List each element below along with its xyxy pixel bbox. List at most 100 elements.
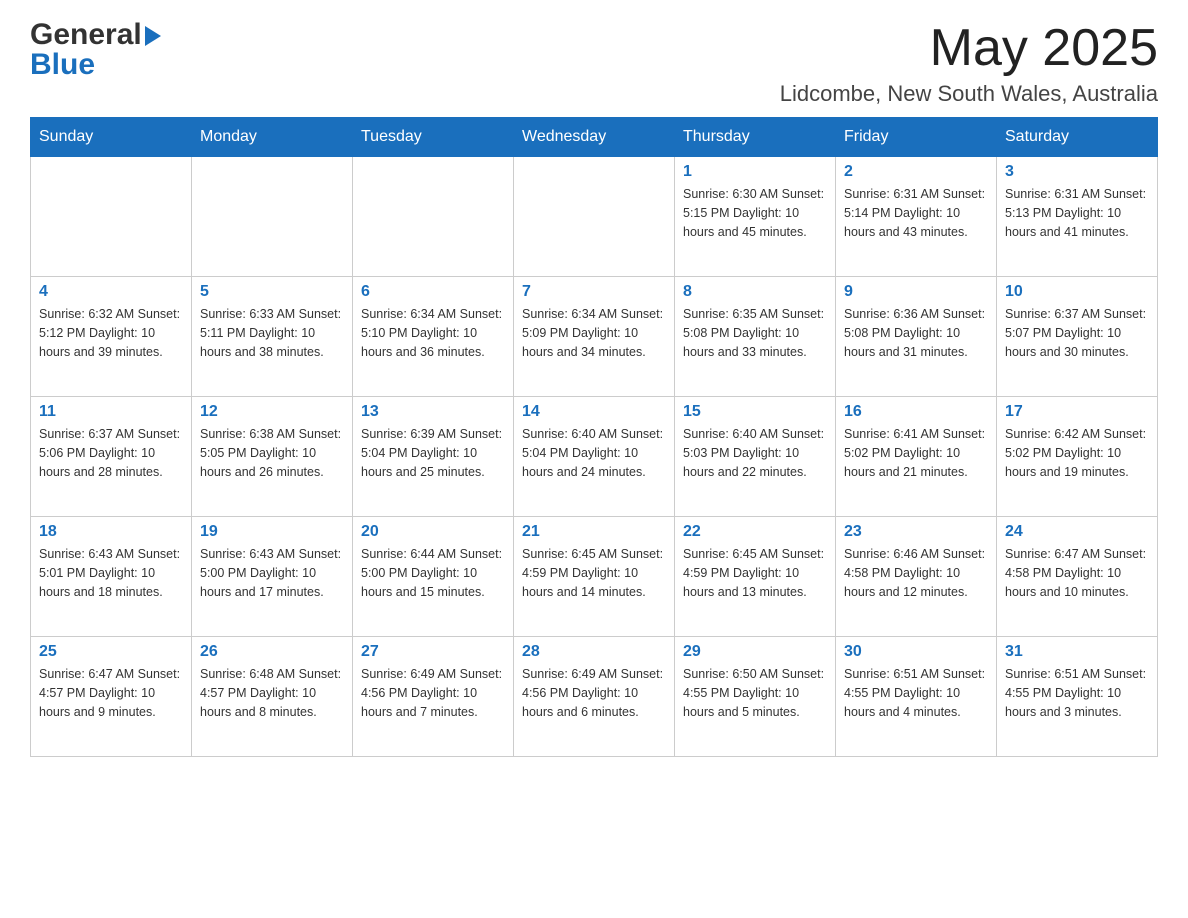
calendar-weekday-header: Sunday — [31, 118, 192, 157]
calendar-cell: 30 Sunrise: 6:51 AM Sunset: 4:55 PM Dayli… — [836, 637, 997, 757]
calendar-week-row: 4Sunrise: 6:32 AM Sunset: 5:12 PM Daylig… — [31, 277, 1158, 397]
calendar-cell: 31 Sunrise: 6:51 AM Sunset: 4:55 PM Dayli… — [997, 637, 1158, 757]
day-info: Sunrise: 6:37 AM Sunset: 5:06 PM Dayligh… — [39, 425, 183, 481]
calendar-cell: 20 Sunrise: 6:44 AM Sunset: 5:00 PM Dayli… — [353, 517, 514, 637]
calendar-cell: 7 Sunrise: 6:34 AM Sunset: 5:09 PM Daylig… — [514, 277, 675, 397]
calendar-weekday-header: Thursday — [675, 118, 836, 157]
day-number: 20 — [361, 523, 505, 541]
day-number: 30 — [844, 643, 988, 661]
day-info: Sunrise: 6:49 AM Sunset: 4:56 PM Dayligh… — [361, 665, 505, 721]
calendar-cell: 11 Sunrise: 6:37 AM Sunset: 5:06 PM Dayli… — [31, 397, 192, 517]
day-info: Sunrise: 6:32 AM Sunset: 5:12 PM Dayligh… — [39, 305, 183, 361]
day-number: 31 — [1005, 643, 1149, 661]
day-info: Sunrise: 6:41 AM Sunset: 5:02 PM Dayligh… — [844, 425, 988, 481]
day-number: 18 — [39, 523, 183, 541]
day-number: 25 — [39, 643, 183, 661]
calendar-table: SundayMondayTuesdayWednesdayThursdayFrid… — [30, 117, 1158, 757]
day-info: Sunrise: 6:30 AM Sunset: 5:15 PM Dayligh… — [683, 185, 827, 241]
calendar-cell: 23 Sunrise: 6:46 AM Sunset: 4:58 PM Dayli… — [836, 517, 997, 637]
day-number: 9 — [844, 283, 988, 301]
day-number: 28 — [522, 643, 666, 661]
day-number: 15 — [683, 403, 827, 421]
day-info: Sunrise: 6:35 AM Sunset: 5:08 PM Dayligh… — [683, 305, 827, 361]
logo: General Blue — [30, 20, 161, 80]
day-number: 22 — [683, 523, 827, 541]
day-number: 27 — [361, 643, 505, 661]
month-title: May 2025 — [780, 20, 1158, 77]
calendar-cell: 17Sunrise: 6:42 AM Sunset: 5:02 PM Dayli… — [997, 397, 1158, 517]
day-number: 19 — [200, 523, 344, 541]
calendar-weekday-header: Saturday — [997, 118, 1158, 157]
calendar-cell — [353, 157, 514, 277]
calendar-cell — [192, 157, 353, 277]
day-number: 17 — [1005, 403, 1149, 421]
location-title: Lidcombe, New South Wales, Australia — [780, 81, 1158, 107]
day-number: 29 — [683, 643, 827, 661]
calendar-week-row: 18Sunrise: 6:43 AM Sunset: 5:01 PM Dayli… — [31, 517, 1158, 637]
calendar-cell: 9 Sunrise: 6:36 AM Sunset: 5:08 PM Daylig… — [836, 277, 997, 397]
calendar-weekday-header: Monday — [192, 118, 353, 157]
title-area: May 2025 Lidcombe, New South Wales, Aust… — [780, 20, 1158, 107]
calendar-cell: 6 Sunrise: 6:34 AM Sunset: 5:10 PM Daylig… — [353, 277, 514, 397]
calendar-weekday-header: Friday — [836, 118, 997, 157]
logo-arrow-icon — [145, 26, 161, 46]
calendar-cell: 2Sunrise: 6:31 AM Sunset: 5:14 PM Daylig… — [836, 157, 997, 277]
day-info: Sunrise: 6:44 AM Sunset: 5:00 PM Dayligh… — [361, 545, 505, 601]
day-info: Sunrise: 6:39 AM Sunset: 5:04 PM Dayligh… — [361, 425, 505, 481]
calendar-cell: 3 Sunrise: 6:31 AM Sunset: 5:13 PM Daylig… — [997, 157, 1158, 277]
calendar-cell: 24 Sunrise: 6:47 AM Sunset: 4:58 PM Dayli… — [997, 517, 1158, 637]
day-info: Sunrise: 6:36 AM Sunset: 5:08 PM Dayligh… — [844, 305, 988, 361]
calendar-cell: 18Sunrise: 6:43 AM Sunset: 5:01 PM Dayli… — [31, 517, 192, 637]
day-info: Sunrise: 6:48 AM Sunset: 4:57 PM Dayligh… — [200, 665, 344, 721]
day-number: 24 — [1005, 523, 1149, 541]
calendar-weekday-header: Tuesday — [353, 118, 514, 157]
day-number: 3 — [1005, 163, 1149, 181]
day-number: 23 — [844, 523, 988, 541]
calendar-cell: 21Sunrise: 6:45 AM Sunset: 4:59 PM Dayli… — [514, 517, 675, 637]
calendar-week-row: 11 Sunrise: 6:37 AM Sunset: 5:06 PM Dayli… — [31, 397, 1158, 517]
calendar-cell: 26 Sunrise: 6:48 AM Sunset: 4:57 PM Dayli… — [192, 637, 353, 757]
page-header: General Blue May 2025 Lidcombe, New Sout… — [30, 20, 1158, 107]
day-number: 21 — [522, 523, 666, 541]
day-number: 8 — [683, 283, 827, 301]
day-number: 12 — [200, 403, 344, 421]
day-info: Sunrise: 6:38 AM Sunset: 5:05 PM Dayligh… — [200, 425, 344, 481]
day-number: 6 — [361, 283, 505, 301]
calendar-cell: 10 Sunrise: 6:37 AM Sunset: 5:07 PM Dayli… — [997, 277, 1158, 397]
calendar-cell: 19 Sunrise: 6:43 AM Sunset: 5:00 PM Dayli… — [192, 517, 353, 637]
day-info: Sunrise: 6:31 AM Sunset: 5:14 PM Dayligh… — [844, 185, 988, 241]
calendar-cell: 13Sunrise: 6:39 AM Sunset: 5:04 PM Dayli… — [353, 397, 514, 517]
day-number: 14 — [522, 403, 666, 421]
day-info: Sunrise: 6:51 AM Sunset: 4:55 PM Dayligh… — [1005, 665, 1149, 721]
day-number: 26 — [200, 643, 344, 661]
calendar-cell: 5 Sunrise: 6:33 AM Sunset: 5:11 PM Daylig… — [192, 277, 353, 397]
calendar-cell: 1Sunrise: 6:30 AM Sunset: 5:15 PM Daylig… — [675, 157, 836, 277]
day-info: Sunrise: 6:51 AM Sunset: 4:55 PM Dayligh… — [844, 665, 988, 721]
day-info: Sunrise: 6:43 AM Sunset: 5:00 PM Dayligh… — [200, 545, 344, 601]
calendar-week-row: 25 Sunrise: 6:47 AM Sunset: 4:57 PM Dayli… — [31, 637, 1158, 757]
logo-blue-text: Blue — [30, 48, 95, 81]
calendar-cell: 25 Sunrise: 6:47 AM Sunset: 4:57 PM Dayli… — [31, 637, 192, 757]
day-info: Sunrise: 6:33 AM Sunset: 5:11 PM Dayligh… — [200, 305, 344, 361]
day-info: Sunrise: 6:45 AM Sunset: 4:59 PM Dayligh… — [683, 545, 827, 601]
calendar-cell — [31, 157, 192, 277]
calendar-cell: 28Sunrise: 6:49 AM Sunset: 4:56 PM Dayli… — [514, 637, 675, 757]
calendar-cell: 14 Sunrise: 6:40 AM Sunset: 5:04 PM Dayli… — [514, 397, 675, 517]
day-number: 5 — [200, 283, 344, 301]
day-info: Sunrise: 6:34 AM Sunset: 5:09 PM Dayligh… — [522, 305, 666, 361]
day-number: 7 — [522, 283, 666, 301]
calendar-week-row: 1Sunrise: 6:30 AM Sunset: 5:15 PM Daylig… — [31, 157, 1158, 277]
calendar-cell: 12 Sunrise: 6:38 AM Sunset: 5:05 PM Dayli… — [192, 397, 353, 517]
day-info: Sunrise: 6:47 AM Sunset: 4:57 PM Dayligh… — [39, 665, 183, 721]
calendar-cell: 8 Sunrise: 6:35 AM Sunset: 5:08 PM Daylig… — [675, 277, 836, 397]
day-info: Sunrise: 6:37 AM Sunset: 5:07 PM Dayligh… — [1005, 305, 1149, 361]
calendar-cell: 27 Sunrise: 6:49 AM Sunset: 4:56 PM Dayli… — [353, 637, 514, 757]
day-number: 10 — [1005, 283, 1149, 301]
day-info: Sunrise: 6:47 AM Sunset: 4:58 PM Dayligh… — [1005, 545, 1149, 601]
day-number: 11 — [39, 403, 183, 421]
calendar-cell: 29Sunrise: 6:50 AM Sunset: 4:55 PM Dayli… — [675, 637, 836, 757]
day-info: Sunrise: 6:34 AM Sunset: 5:10 PM Dayligh… — [361, 305, 505, 361]
day-info: Sunrise: 6:40 AM Sunset: 5:04 PM Dayligh… — [522, 425, 666, 481]
day-info: Sunrise: 6:46 AM Sunset: 4:58 PM Dayligh… — [844, 545, 988, 601]
day-info: Sunrise: 6:31 AM Sunset: 5:13 PM Dayligh… — [1005, 185, 1149, 241]
